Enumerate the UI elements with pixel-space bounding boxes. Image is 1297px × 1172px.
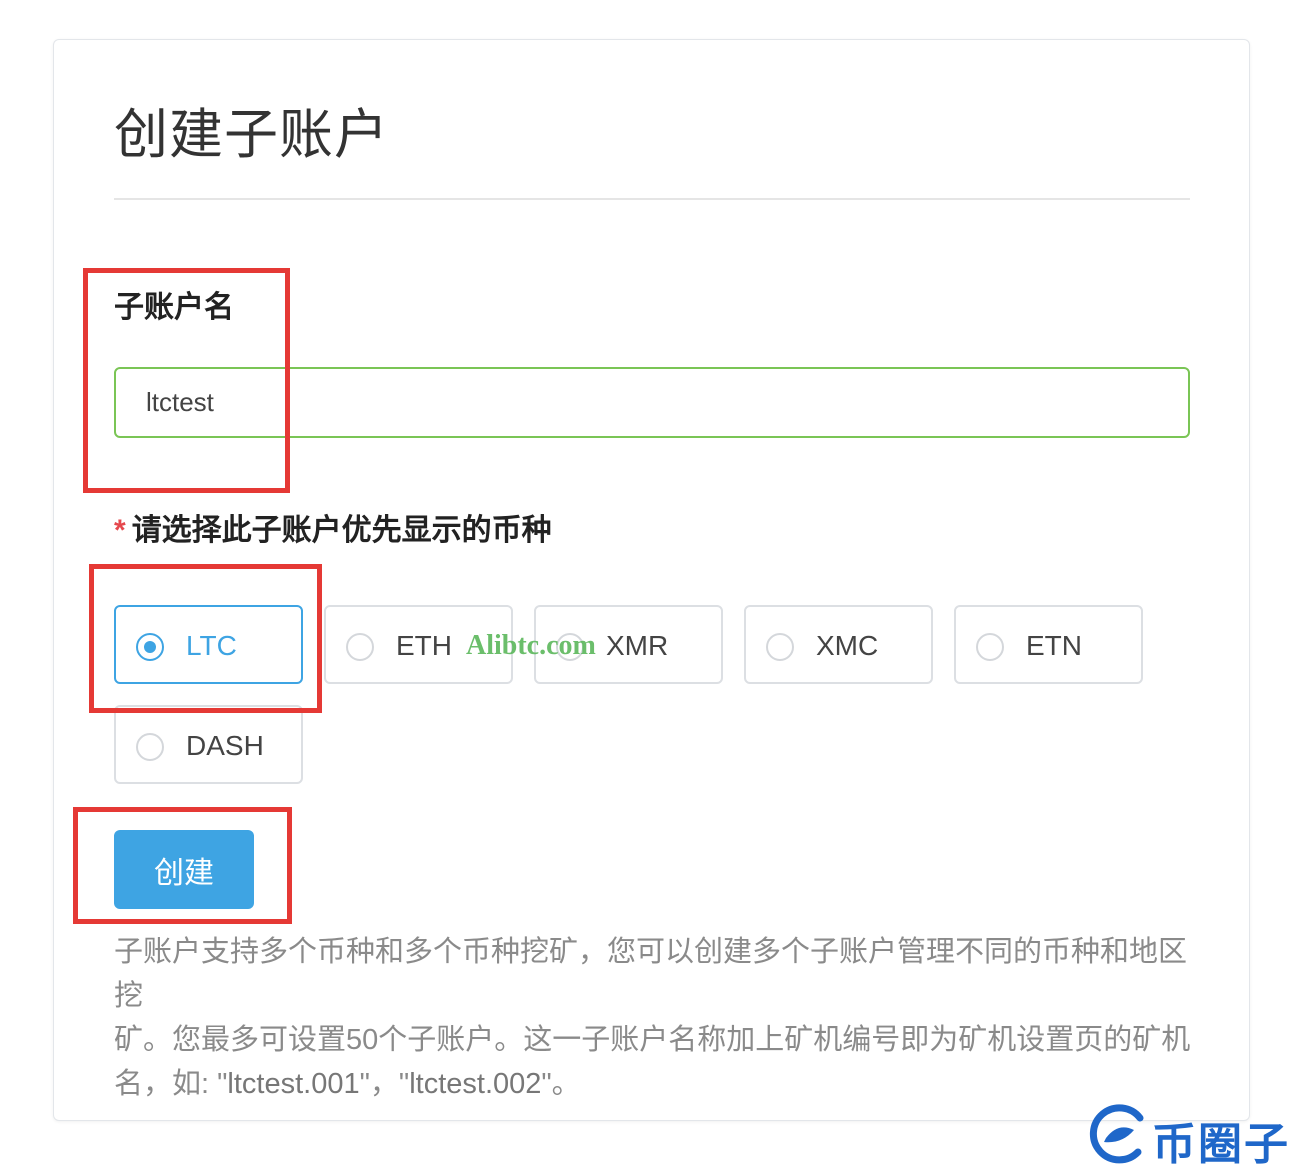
coin-option-etn[interactable]: ETN — [954, 605, 1143, 684]
logo-text: 币圈子 — [1152, 1120, 1290, 1169]
logo-e-icon — [1089, 1104, 1144, 1164]
example-name-2: ltctest.002 — [409, 1068, 542, 1100]
required-mark: * — [114, 514, 126, 547]
help-line-3-suffix: "。 — [541, 1068, 581, 1100]
coin-option-xmc[interactable]: XMC — [744, 605, 933, 684]
coin-option-label: XMR — [606, 630, 669, 661]
radio-checked-icon — [136, 633, 164, 661]
coin-select-label-text: 请选择此子账户优先显示的币种 — [131, 514, 552, 547]
help-line-3-mid: "，" — [359, 1068, 410, 1100]
create-button[interactable]: 创建 — [114, 830, 254, 909]
help-text: 子账户支持多个币种和多个币种挖矿，您可以创建多个子账户管理不同的币种和地区挖 矿… — [114, 930, 1194, 1106]
corner-logo: 币圈子 — [1088, 1104, 1297, 1169]
help-line-2: 矿。您最多可设置50个子账户。这一子账户名称加上矿机编号即为矿机设置页的矿机 — [114, 1024, 1191, 1056]
coin-option-label: ETN — [1026, 630, 1082, 661]
title-divider — [114, 198, 1190, 200]
help-line-3: 名，如: "ltctest.001"，"ltctest.002"。 — [114, 1062, 1194, 1106]
watermark-text: Alibtc.com — [466, 630, 596, 661]
radio-unchecked-icon — [136, 733, 164, 761]
help-line-3-prefix: 名，如: " — [114, 1068, 228, 1100]
coin-option-label: ETH — [396, 630, 452, 661]
coin-option-label: XMC — [816, 630, 879, 661]
radio-unchecked-icon — [766, 633, 794, 661]
radio-unchecked-icon — [346, 633, 374, 661]
coin-option-label: DASH — [186, 730, 264, 761]
radio-unchecked-icon — [976, 633, 1004, 661]
coin-select-label: * 请选择此子账户优先显示的币种 — [114, 505, 552, 549]
page-title: 创建子账户 — [114, 105, 389, 165]
coin-option-dash[interactable]: DASH — [114, 705, 303, 784]
example-name-1: ltctest.001 — [227, 1068, 360, 1100]
help-line-1: 子账户支持多个币种和多个币种挖矿，您可以创建多个子账户管理不同的币种和地区挖 — [114, 936, 1188, 1012]
coin-option-label: LTC — [186, 630, 237, 661]
subaccount-name-label: 子账户名 — [114, 291, 234, 324]
coin-option-ltc[interactable]: LTC — [114, 605, 303, 684]
subaccount-name-input[interactable] — [114, 367, 1190, 438]
